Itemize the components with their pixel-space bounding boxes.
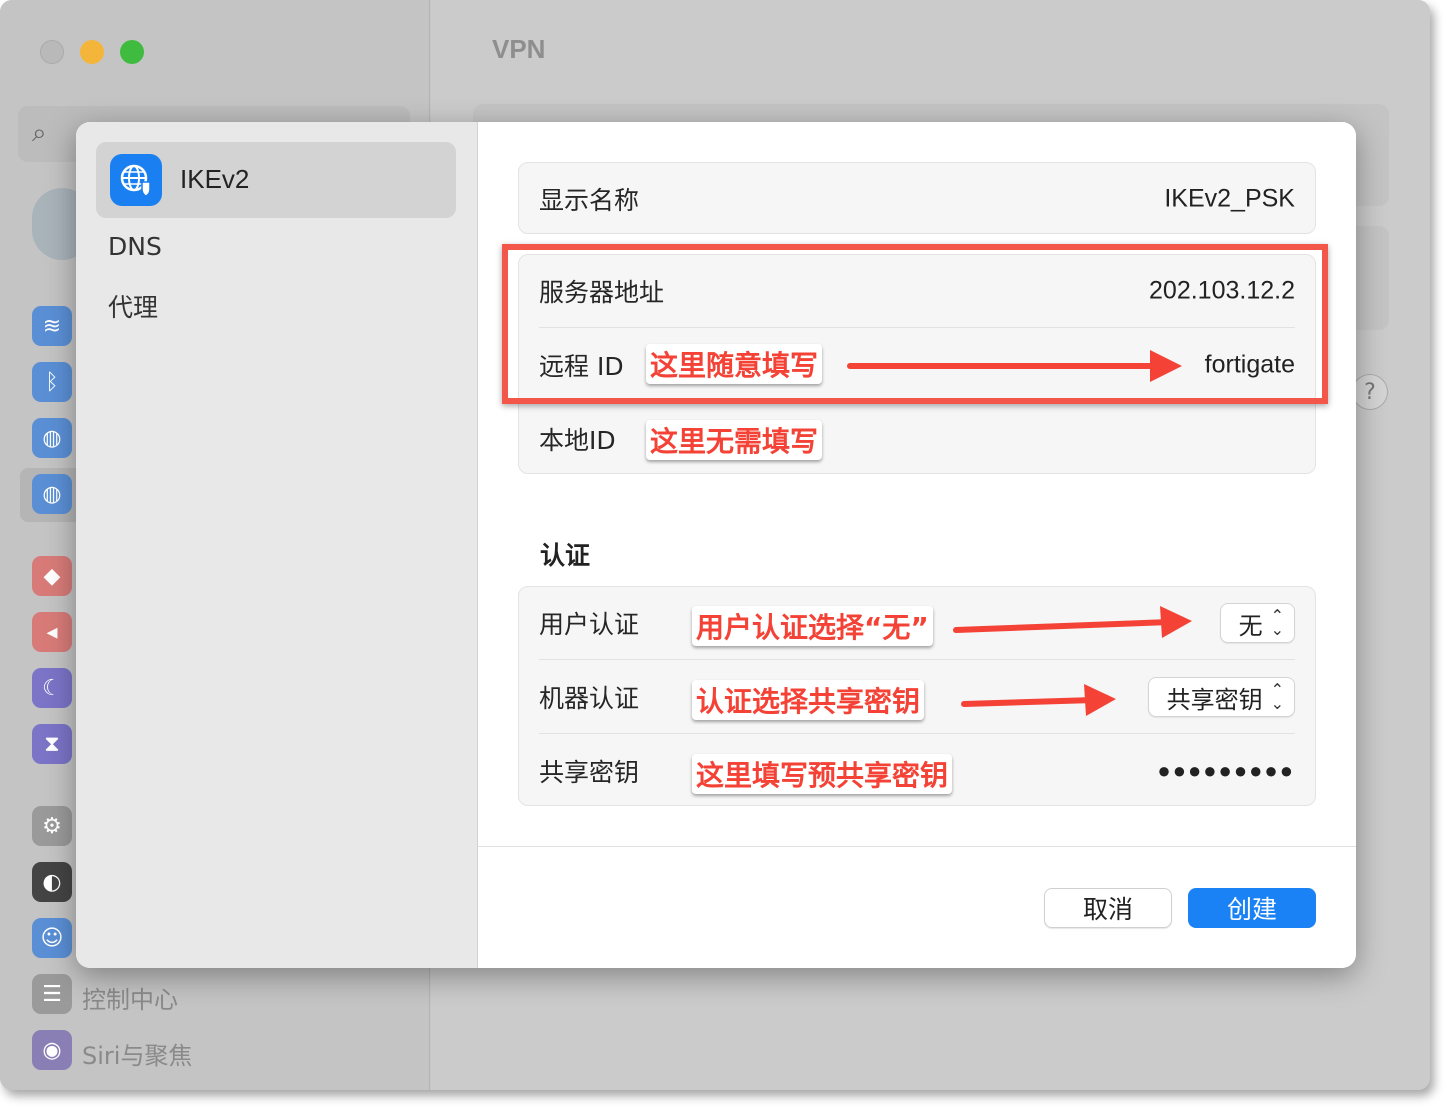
remote-id-annotation: 这里随意填写	[646, 344, 823, 384]
help-button[interactable]: ?	[1352, 374, 1388, 410]
display-name-label: 显示名称	[539, 186, 640, 215]
dialog-sidebar: IKEv2 DNS 代理	[76, 122, 478, 968]
wifi-icon[interactable]: ≋	[32, 306, 72, 346]
appearance-icon[interactable]: ◐	[32, 862, 72, 902]
auth-section-title: 认证	[540, 541, 591, 570]
network-icon[interactable]: ◍	[32, 418, 72, 458]
sound-icon[interactable]: ◂	[32, 612, 72, 652]
vpn-icon[interactable]: ◍	[32, 474, 72, 514]
vpn-globe-icon	[110, 154, 162, 206]
machine-auth-annotation: 认证选择共享密钥	[692, 680, 925, 720]
cancel-button[interactable]: 取消	[1044, 888, 1172, 928]
sidebar-item-dns[interactable]: DNS	[108, 232, 162, 261]
user-auth-label: 用户认证	[539, 610, 640, 639]
minimize-button[interactable]	[80, 40, 104, 64]
shared-secret-annotation: 这里填写预共享密钥	[692, 754, 953, 794]
search-icon: ⌕	[32, 118, 47, 148]
machine-auth-label: 机器认证	[539, 684, 640, 713]
chevron-updown-icon: ⌃ ⌄	[1270, 680, 1284, 713]
close-button[interactable]	[40, 40, 64, 64]
user-auth-annotation: 用户认证选择“无”	[692, 606, 933, 646]
machine-auth-select[interactable]: 共享密钥 ⌃ ⌄	[1147, 677, 1295, 717]
divider	[539, 659, 1295, 660]
siri-icon[interactable]: ◉	[32, 1030, 72, 1070]
display-name-group: 显示名称 IKEv2_PSK	[518, 162, 1316, 234]
sidebar-item-ikev2[interactable]: IKEv2	[96, 142, 456, 218]
machine-auth-value: 共享密钥	[1166, 685, 1263, 714]
general-icon[interactable]: ⚙	[32, 806, 72, 846]
display-name-field[interactable]: IKEv2_PSK	[1164, 185, 1295, 214]
shared-secret-label: 共享密钥	[539, 758, 640, 787]
page-title: VPN	[492, 34, 546, 64]
focus-icon[interactable]: ☾	[32, 668, 72, 708]
bluetooth-icon[interactable]: ᛒ	[32, 362, 72, 402]
control-center-icon[interactable]: ☰	[32, 974, 72, 1014]
sidebar-item-siri[interactable]: Siri与聚焦	[82, 1036, 192, 1071]
sidebar-item-proxy[interactable]: 代理	[108, 288, 158, 324]
divider	[539, 733, 1295, 734]
sidebar-item-label: IKEv2	[180, 164, 250, 194]
user-auth-value: 无	[1238, 611, 1263, 640]
local-id-label: 本地ID	[539, 426, 616, 455]
sidebar-item-control-center[interactable]: 控制中心	[82, 980, 178, 1015]
footer-divider	[478, 846, 1356, 847]
accessibility-icon[interactable]: ☺	[32, 918, 72, 958]
create-button[interactable]: 创建	[1188, 888, 1316, 928]
display-name-row: 显示名称 IKEv2_PSK	[539, 163, 1295, 235]
zoom-button[interactable]	[120, 40, 144, 64]
notifications-icon[interactable]: ◆	[32, 556, 72, 596]
chevron-updown-icon: ⌃ ⌄	[1270, 606, 1284, 639]
shared-secret-field[interactable]: ●●●●●●●●●	[1157, 758, 1295, 784]
screen-time-icon[interactable]: ⧗	[32, 724, 72, 764]
highlight-box	[502, 244, 1328, 404]
local-id-annotation: 这里无需填写	[646, 420, 823, 460]
user-auth-select[interactable]: 无 ⌃ ⌄	[1219, 603, 1295, 643]
